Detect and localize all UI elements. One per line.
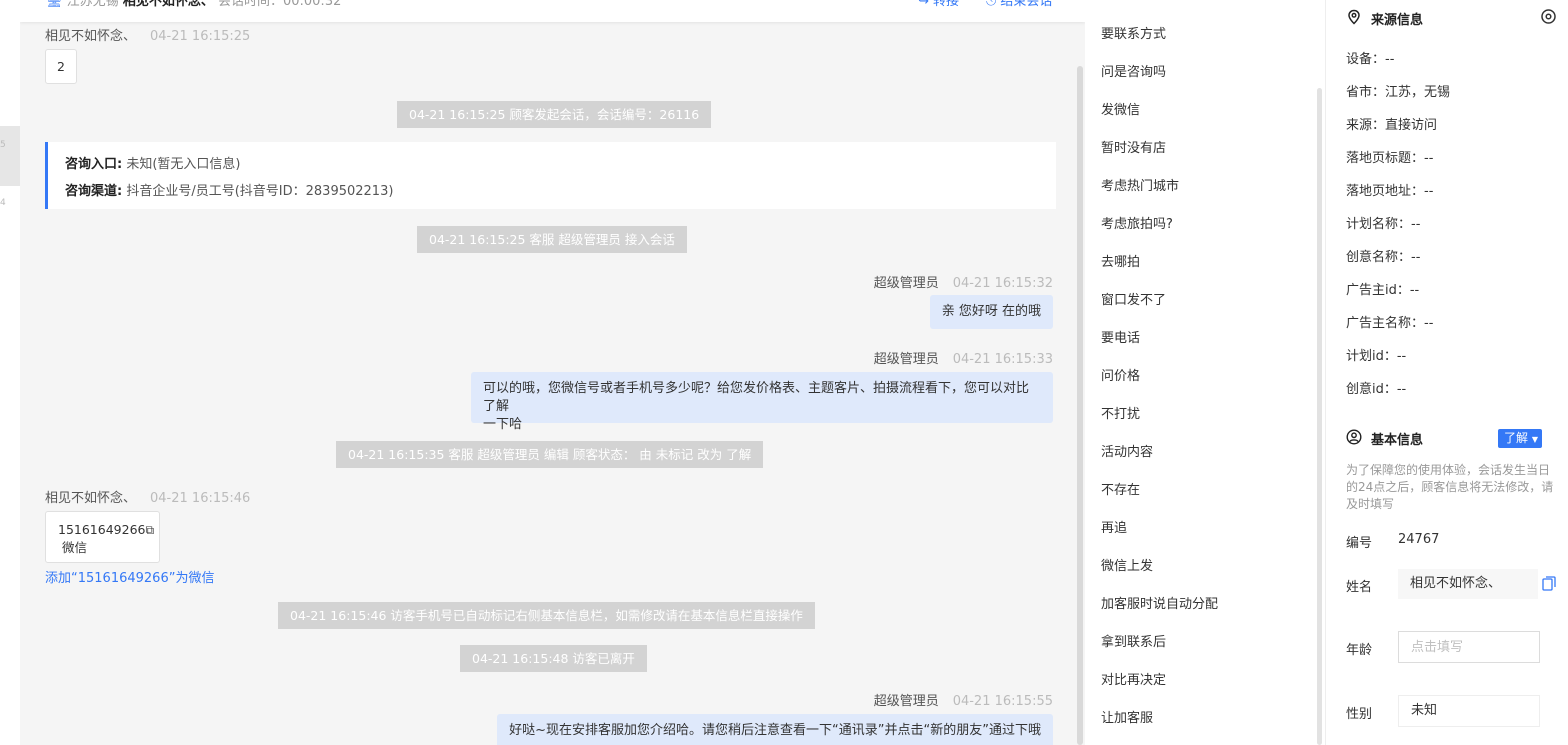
agent-message: 好哒~现在安排客服加您介绍哈。请您稍后注意查看一下“通讯录”并点击“新的朋友”通…	[497, 714, 1053, 745]
name-label: 姓名	[1346, 580, 1373, 595]
system-message: 04-21 16:15:35 客服 超级管理员 编辑 顾客状态： 由 未标记 改…	[336, 441, 764, 468]
source-row-device: 设备：--	[1346, 52, 1395, 67]
id-value: 24767	[1398, 532, 1440, 547]
quick-reply-item[interactable]: 不存在	[1101, 479, 1140, 498]
source-row-creative-id: 创意id：--	[1346, 382, 1407, 397]
chat-header: 🖥 江苏无锡 相见不如怀念、 会话时间：00:00:32 ↪ 转接 ⎋ 结束会话	[20, 0, 1085, 22]
transfer-button[interactable]: ↪ 转接	[918, 0, 959, 9]
session-mark: 5	[0, 140, 6, 150]
message-meta: 相见不如怀念、 04-21 16:15:46	[45, 491, 251, 506]
quick-reply-item[interactable]: 活动内容	[1101, 441, 1153, 460]
copy-icon[interactable]: ⧉	[145, 523, 154, 537]
gender-select[interactable]: 未知	[1398, 695, 1540, 727]
settings-icon[interactable]	[1540, 8, 1557, 25]
session-mark: 4	[0, 198, 6, 208]
desktop-icon: 🖥	[46, 0, 63, 9]
message-meta: 超级管理员 04-21 16:15:55	[873, 694, 1053, 709]
system-message: 04-21 16:15:25 顾客发起会话，会话编号：26116	[397, 101, 712, 128]
name-field[interactable]: 相见不如怀念、	[1398, 569, 1538, 599]
quick-reply-item[interactable]: 不打扰	[1101, 403, 1140, 422]
basic-info-title: 基本信息	[1371, 433, 1424, 448]
source-row-source: 来源：直接访问	[1346, 118, 1438, 133]
customer-info-panel: 来源信息 设备：-- 省市：江苏，无锡 来源：直接访问 落地页标题：-- 落地页…	[1326, 0, 1568, 745]
message-meta: 超级管理员 04-21 16:15:33	[873, 352, 1053, 367]
age-label: 年龄	[1346, 643, 1373, 658]
end-session-button[interactable]: ⎋ 结束会话	[986, 0, 1052, 9]
chat-panel: 🖥 江苏无锡 相见不如怀念、 会话时间：00:00:32 ↪ 转接 ⎋ 结束会话…	[20, 0, 1085, 745]
consult-entry-card: 咨询入口: 未知(暂无入口信息) 咨询渠道: 抖音企业号/员工号(抖音号ID：2…	[45, 142, 1056, 209]
session-list-strip: 5 4	[0, 0, 21, 745]
quick-reply-item[interactable]: 微信上发	[1101, 555, 1153, 574]
status-badge[interactable]: 了解 ▼	[1498, 429, 1542, 448]
quick-reply-item[interactable]: 窗口发不了	[1101, 289, 1166, 308]
quick-reply-item[interactable]: 问价格	[1101, 365, 1140, 384]
agent-message: 亲 您好呀 在的哦	[929, 295, 1053, 329]
visitor-message: 2	[45, 49, 77, 84]
system-message: 04-21 16:15:46 访客手机号已自动标记右侧基本信息栏，如需修改请在基…	[278, 602, 815, 629]
chat-scrollbar[interactable]	[1077, 66, 1083, 745]
quick-reply-item[interactable]: 拿到联系后	[1101, 631, 1166, 650]
quick-reply-item[interactable]: 考虑热门城市	[1101, 175, 1179, 194]
id-label: 编号	[1346, 536, 1373, 551]
quick-reply-panel: 要联系方式 问是咨询吗 发微信 暂时没有店 考虑热门城市 考虑旅拍吗? 去哪拍 …	[1085, 0, 1326, 745]
source-row-advertiser-name: 广告主名称：--	[1346, 316, 1434, 331]
location-pin-icon	[1348, 9, 1360, 25]
caret-down-icon: ▼	[1531, 435, 1538, 444]
user-circle-icon	[1346, 429, 1362, 445]
quick-reply-item[interactable]: 发微信	[1101, 99, 1140, 118]
gender-label: 性别	[1346, 707, 1373, 722]
source-info-title: 来源信息	[1371, 13, 1424, 28]
message-meta: 相见不如怀念、 04-21 16:15:25	[45, 29, 251, 44]
source-row-landing-url: 落地页地址：--	[1346, 184, 1434, 199]
quick-reply-item[interactable]: 要电话	[1101, 327, 1140, 346]
phone-card: 15161649266⧉ 微信	[45, 511, 160, 563]
agent-message: 可以的哦，您微信号或者手机号多少呢？给您发价格表、主题客片、拍摄流程看下，您可以…	[471, 372, 1053, 432]
age-input[interactable]	[1398, 631, 1540, 663]
copy-icon[interactable]	[1542, 576, 1556, 591]
quick-reply-item[interactable]: 再追	[1101, 517, 1127, 536]
add-wechat-link[interactable]: 添加“15161649266”为微信	[45, 567, 214, 586]
source-row-plan-name: 计划名称：--	[1346, 217, 1421, 232]
source-row-plan-id: 计划id：--	[1346, 349, 1407, 364]
source-row-landing-title: 落地页标题：--	[1346, 151, 1434, 166]
system-message: 04-21 16:15:25 客服 超级管理员 接入会话	[417, 226, 687, 253]
quick-reply-item[interactable]: 考虑旅拍吗?	[1101, 213, 1173, 232]
system-message: 04-21 16:15:48 访客已离开	[460, 645, 647, 672]
quick-reply-item[interactable]: 加客服时说自动分配	[1101, 593, 1218, 612]
edit-deadline-note: 为了保障您的使用体验，会话发生当日的24点之后，顾客信息将无法修改，请及时填写	[1346, 463, 1554, 511]
source-row-advertiser-id: 广告主id：--	[1346, 283, 1420, 298]
quick-reply-item[interactable]: 要联系方式	[1101, 23, 1166, 42]
message-meta: 超级管理员 04-21 16:15:32	[873, 276, 1053, 291]
quick-reply-item[interactable]: 对比再决定	[1101, 669, 1166, 688]
quick-reply-item[interactable]: 去哪拍	[1101, 251, 1140, 270]
quick-reply-item[interactable]: 暂时没有店	[1101, 137, 1166, 156]
source-row-creative-name: 创意名称：--	[1346, 250, 1421, 265]
quick-reply-scrollbar[interactable]	[1317, 88, 1322, 745]
quick-reply-item[interactable]: 让加客服	[1101, 707, 1153, 726]
source-row-city: 省市：江苏，无锡	[1346, 85, 1451, 100]
visitor-info: 🖥 江苏无锡 相见不如怀念、 会话时间：00:00:32	[46, 0, 341, 9]
selected-session[interactable]	[0, 126, 20, 186]
quick-reply-item[interactable]: 问是咨询吗	[1101, 61, 1166, 80]
